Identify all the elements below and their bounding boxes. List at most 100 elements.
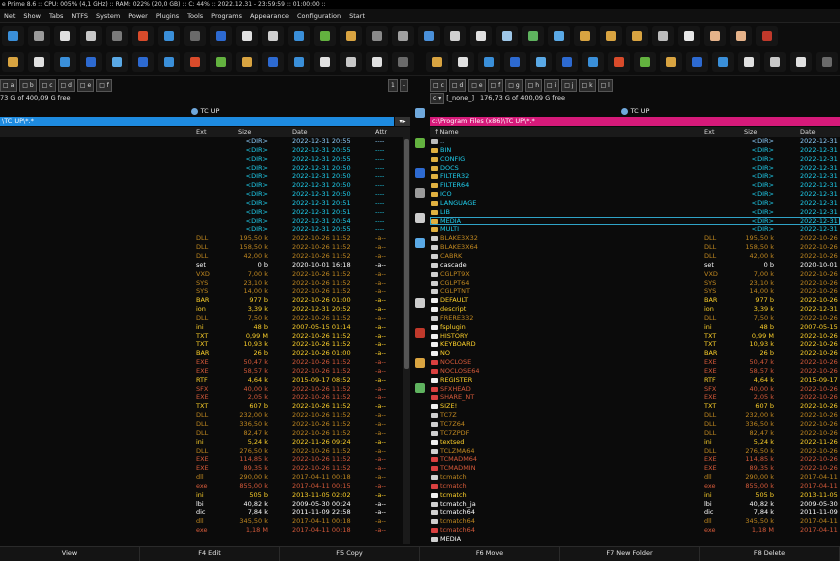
toolbar-button[interactable] [608, 52, 630, 72]
toolbar-button[interactable] [132, 26, 154, 46]
drive-button[interactable]: □ e [468, 78, 486, 92]
drive-button[interactable]: □ c [38, 78, 56, 92]
file-row[interactable]: FILTER32 <DIR> 2022-12-31 20:50 [430, 172, 840, 181]
drive-button[interactable]: □ c [430, 78, 447, 92]
file-row[interactable]: NO BAR 26 b 2022-10-26 01:00 [430, 349, 840, 358]
toolbar-button[interactable] [730, 26, 752, 46]
file-row[interactable]: lbi 40,82 k 2009-05-30 00:24 -a-- [0, 500, 402, 509]
file-row[interactable]: set 0 b 2020-10-01 16:18 -a-- [0, 261, 402, 270]
toolbar-button[interactable] [660, 52, 682, 72]
toolbar-button[interactable] [236, 52, 258, 72]
file-row[interactable]: NOCLOSE64 EXE 58,57 k 2022-10-26 11:52 [430, 367, 840, 376]
file-row[interactable]: TC7ZPDF DLL 82,47 k 2022-10-26 11:52 [430, 429, 840, 438]
toolbar-button[interactable] [738, 52, 760, 72]
toolbar-button[interactable] [790, 52, 812, 72]
drive-button[interactable]: □ f [487, 78, 504, 92]
file-row[interactable]: RTF 4,64 k 2015-09-17 08:52 -a-- [0, 376, 402, 385]
file-row[interactable]: EXE 50,47 k 2022-10-26 11:52 -a-- [0, 358, 402, 367]
toolbar-button[interactable] [764, 52, 786, 72]
function-key-button[interactable]: F6 Move [420, 547, 560, 561]
file-row[interactable]: CGLPT64 SYS 23,10 k 2022-10-26 11:52 [430, 279, 840, 288]
file-row[interactable]: DLL 7,50 k 2022-10-26 11:52 -a-- [0, 314, 402, 323]
file-row[interactable]: DEFAULT BAR 977 b 2022-10-26 01:00 [430, 296, 840, 305]
right-path-bar[interactable]: c:\Program Files (x86)\TC UP\*.* [430, 117, 840, 126]
left-col-size[interactable]: Size [238, 127, 251, 137]
toolbar-button[interactable] [158, 26, 180, 46]
toolbar-button[interactable] [582, 52, 604, 72]
file-row[interactable] [0, 535, 402, 544]
toolbar-button[interactable] [314, 52, 336, 72]
file-row[interactable]: ini 505 b 2013-11-05 02:02 -a-- [0, 491, 402, 500]
file-row[interactable]: EXE 58,57 k 2022-10-26 11:52 -a-- [0, 367, 402, 376]
toolbar-button[interactable] [288, 26, 310, 46]
toolbar-button[interactable] [426, 52, 448, 72]
toolbar-button[interactable] [522, 26, 544, 46]
menu-item[interactable]: Programs [211, 12, 242, 20]
file-row[interactable]: REGISTER RTF 4,64 k 2015-09-17 08:52 [430, 376, 840, 385]
right-col-ext[interactable]: Ext [704, 127, 715, 137]
file-row[interactable]: BLAKE3X64 DLL 158,50 k 2022-10-26 11:52 [430, 243, 840, 252]
toolbar-button[interactable] [678, 26, 700, 46]
file-row[interactable]: <DIR> 2022-12-31 20:51 ---- [0, 199, 402, 208]
left-column-header[interactable]: Ext Size Date Attr [0, 127, 410, 137]
file-row[interactable]: TCLZMA64 DLL 276,50 k 2022-10-26 11:52 [430, 447, 840, 456]
middle-bar-button[interactable] [415, 213, 425, 223]
file-row[interactable]: DLL 276,50 k 2022-10-26 11:52 -a-- [0, 447, 402, 456]
toolbar-button[interactable] [712, 52, 734, 72]
file-row[interactable]: CABRK DLL 42,00 k 2022-10-26 11:52 [430, 252, 840, 261]
file-row[interactable]: CONFIG <DIR> 2022-12-31 20:55 [430, 155, 840, 164]
toolbar-button[interactable] [600, 26, 622, 46]
menu-item[interactable]: Plugins [156, 12, 179, 20]
file-row[interactable]: fsplugin ini 48 b 2007-05-15 01:14 [430, 323, 840, 332]
file-row[interactable]: tcmatch64 exe 1,18 M 2017-04-11 00:18 [430, 526, 840, 535]
right-drive-select[interactable]: c ▾ [430, 93, 445, 104]
file-row[interactable]: ICO <DIR> 2022-12-31 20:50 [430, 190, 840, 199]
toolbar-button[interactable] [366, 52, 388, 72]
file-row[interactable]: .. <DIR> 2022-12-31 20:55 [430, 137, 840, 146]
file-row[interactable]: MEDIA <DIR> 2022-12-31 20:54 [430, 216, 840, 226]
toolbar-button[interactable] [210, 26, 232, 46]
toolbar-button[interactable] [236, 26, 258, 46]
left-history-button[interactable]: ▾▸ [395, 117, 410, 126]
file-row[interactable]: CGLPTNT SYS 14,00 k 2022-10-26 11:52 [430, 287, 840, 296]
toolbar-button[interactable] [80, 52, 102, 72]
menu-item[interactable]: Net [4, 12, 15, 20]
toolbar-button[interactable] [392, 52, 414, 72]
file-row[interactable]: BAR 977 b 2022-10-26 01:00 -a-- [0, 296, 402, 305]
toolbar-button[interactable] [340, 26, 362, 46]
toolbar-button[interactable] [28, 52, 50, 72]
file-row[interactable]: TXT 0,99 M 2022-10-26 11:52 -a-- [0, 332, 402, 341]
file-row[interactable]: NOCLOSE EXE 50,47 k 2022-10-26 11:52 [430, 358, 840, 367]
file-row[interactable]: HISTORY TXT 0,99 M 2022-10-26 11:52 [430, 332, 840, 341]
middle-bar-button[interactable] [415, 238, 425, 248]
menu-item[interactable]: Configuration [297, 12, 341, 20]
file-row[interactable]: SFXHEAD SFX 40,00 k 2022-10-26 11:52 [430, 385, 840, 394]
middle-bar-button[interactable] [415, 168, 425, 178]
middle-bar-button[interactable] [415, 358, 425, 368]
toolbar-button[interactable] [28, 26, 50, 46]
toolbar-button[interactable] [652, 26, 674, 46]
drive-button[interactable]: □ d [448, 78, 467, 92]
drive-button[interactable]: □ g [505, 78, 523, 92]
left-col-attr[interactable]: Attr [375, 127, 387, 137]
function-key-button[interactable]: F4 Edit [140, 547, 280, 561]
right-col-date[interactable]: Date [800, 127, 816, 137]
function-key-button[interactable]: View [0, 547, 140, 561]
file-row[interactable]: ini 48 b 2007-05-15 01:14 -a-- [0, 323, 402, 332]
file-row[interactable]: tcmatch64 dll 345,50 k 2017-04-11 00:18 [430, 517, 840, 526]
toolbar-button[interactable] [2, 26, 24, 46]
file-row[interactable]: SYS 23,10 k 2022-10-26 11:52 -a-- [0, 279, 402, 288]
file-row[interactable]: BAR 26 b 2022-10-26 01:00 -a-- [0, 349, 402, 358]
function-key-button[interactable]: F7 New Folder [560, 547, 700, 561]
toolbar-button[interactable] [106, 52, 128, 72]
menu-item[interactable]: Tabs [49, 12, 63, 20]
file-row[interactable]: tcmatch dll 290,00 k 2017-04-11 00:18 [430, 473, 840, 482]
file-row[interactable]: FRERE332 DLL 7,50 k 2022-10-26 11:52 [430, 314, 840, 323]
drive-button[interactable]: □ j [561, 78, 577, 92]
left-col-ext[interactable]: Ext [196, 127, 207, 137]
file-row[interactable]: dll 345,50 k 2017-04-11 00:18 -a-- [0, 517, 402, 526]
middle-bar-button[interactable] [415, 138, 425, 148]
menu-item[interactable]: Tools [187, 12, 203, 20]
file-row[interactable]: TXT 607 b 2022-10-26 11:52 -a-- [0, 402, 402, 411]
toolbar-button[interactable] [184, 26, 206, 46]
